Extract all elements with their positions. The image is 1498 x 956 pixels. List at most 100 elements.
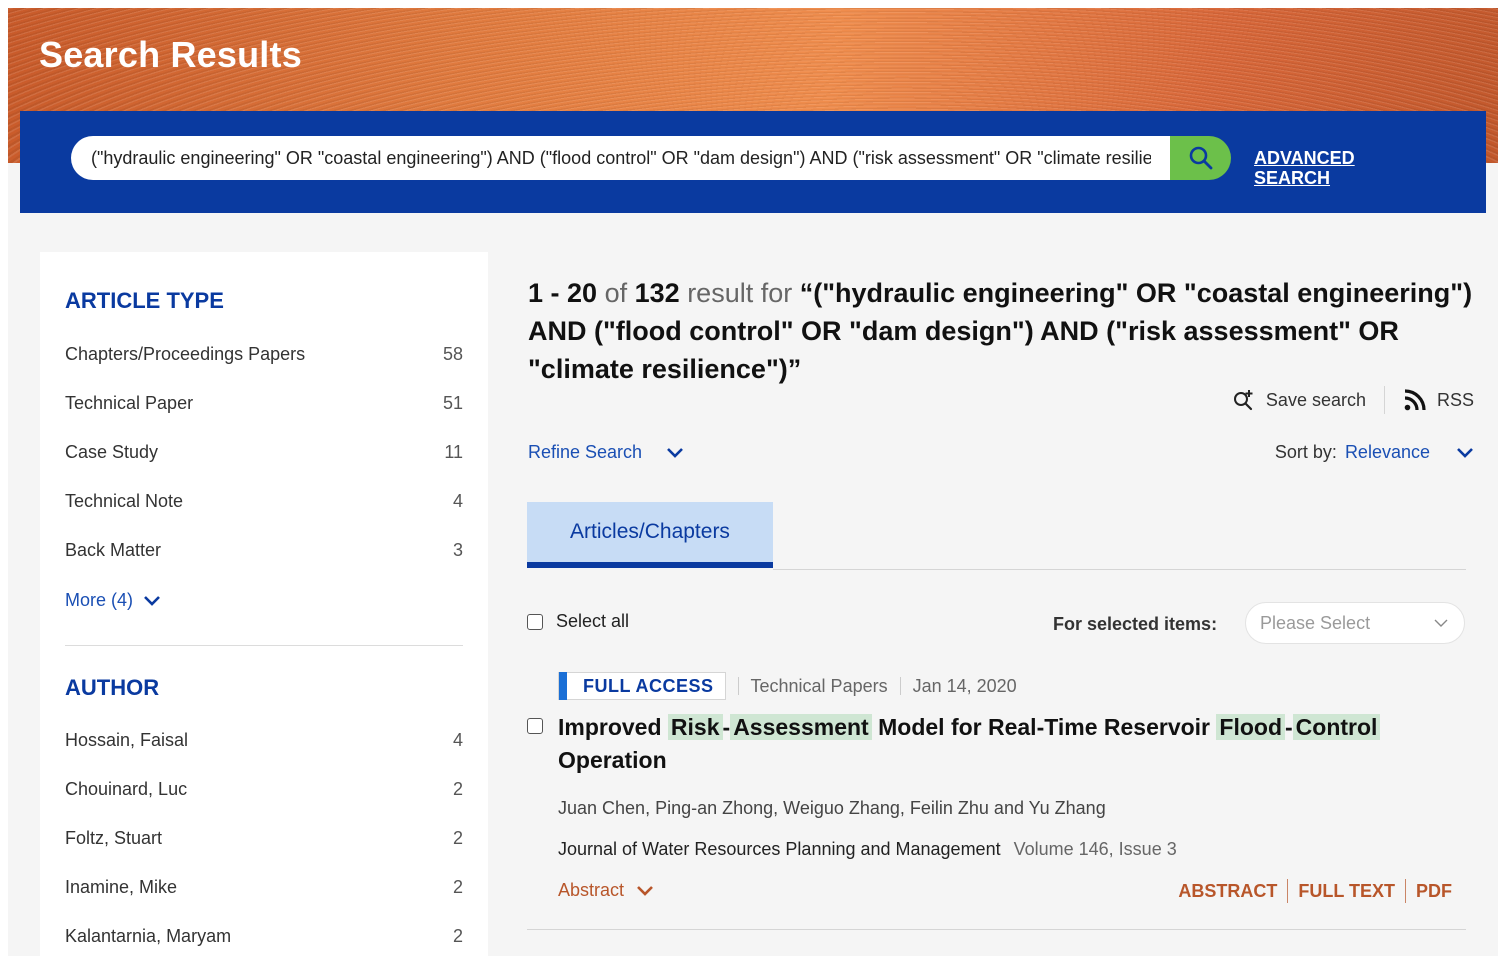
- journal-volume: Volume 146, Issue 3: [1013, 839, 1177, 859]
- title-word: Operation: [558, 747, 667, 773]
- results-total: 132: [634, 278, 680, 308]
- facet-label: Chapters/Proceedings Papers: [65, 343, 306, 364]
- facet-label: Inamine, Mike: [65, 876, 178, 897]
- chevron-down-icon: [1434, 619, 1448, 627]
- for-selected-label: For selected items:: [1053, 614, 1218, 634]
- facet-label: Technical Paper: [65, 392, 194, 413]
- result-authors[interactable]: Juan Chen, Ping-an Zhong, Weiguo Zhang, …: [558, 798, 1106, 819]
- pdf-link[interactable]: PDF: [1406, 881, 1462, 902]
- abstract-link[interactable]: ABSTRACT: [1168, 881, 1287, 902]
- tab-articles-chapters[interactable]: Articles/Chapters: [527, 502, 773, 568]
- results-summary: 1 - 20 of 132 result for “("hydraulic en…: [528, 274, 1473, 388]
- title-word: Improved: [558, 714, 662, 740]
- search-bar: ("hydraulic engineering" OR "coastal eng…: [20, 111, 1486, 213]
- bulk-action-placeholder: Please Select: [1260, 612, 1371, 633]
- title-dash: -: [1285, 714, 1293, 740]
- facet-item-author[interactable]: Hossain, Faisal 4: [65, 728, 463, 752]
- abstract-toggle-label: Abstract: [558, 880, 625, 900]
- filter-sidebar: ARTICLE TYPE Chapters/Proceedings Papers…: [40, 252, 488, 956]
- save-search-label: Save search: [1265, 389, 1366, 410]
- refine-search-toggle[interactable]: Refine Search: [528, 442, 684, 463]
- tool-divider: [1383, 386, 1385, 414]
- chevron-down-icon: [144, 595, 160, 606]
- search-input[interactable]: ("hydraulic engineering" OR "coastal eng…: [91, 136, 1151, 180]
- title-highlight: Flood: [1216, 714, 1285, 740]
- result-date: Jan 14, 2020: [912, 675, 1017, 696]
- facet-label: Back Matter: [65, 539, 162, 560]
- facet-count: 51: [442, 392, 463, 413]
- full-text-link[interactable]: FULL TEXT: [1288, 881, 1405, 902]
- access-bar: [559, 672, 567, 700]
- save-search-button[interactable]: Save search: [1232, 388, 1366, 412]
- chevron-down-icon: [667, 447, 683, 458]
- page: Search Results ("hydraulic engineering" …: [8, 8, 1498, 956]
- search-field[interactable]: ("hydraulic engineering" OR "coastal eng…: [71, 136, 1171, 180]
- chevron-down-icon: [637, 885, 653, 896]
- refine-search-label: Refine Search: [528, 442, 643, 462]
- search-button[interactable]: [1170, 136, 1231, 180]
- abstract-toggle[interactable]: Abstract: [558, 880, 654, 901]
- bulk-action-select[interactable]: Please Select: [1245, 602, 1465, 644]
- article-type-heading: ARTICLE TYPE: [65, 288, 224, 313]
- results-range: 1 - 20: [528, 278, 598, 308]
- facet-count: 2: [452, 778, 463, 799]
- facet-label: Technical Note: [65, 490, 184, 511]
- facet-item-article-type[interactable]: Technical Note 4: [65, 489, 463, 513]
- action-divider: [1287, 879, 1289, 903]
- select-all-checkbox[interactable]: [527, 613, 543, 630]
- facet-item-author[interactable]: Kalantarnia, Maryam 2: [65, 924, 463, 948]
- result-checkbox[interactable]: [527, 718, 543, 734]
- facet-count: 2: [452, 876, 463, 897]
- facet-item-author[interactable]: Chouinard, Luc 2: [65, 777, 463, 801]
- advanced-search-line2: SEARCH: [1254, 168, 1331, 188]
- action-divider: [1405, 879, 1406, 903]
- access-label: FULL ACCESS: [583, 675, 714, 696]
- facet-count: 58: [442, 343, 463, 364]
- sort-control: Sort by: Relevance: [1275, 442, 1474, 463]
- rss-label: RSS: [1436, 389, 1474, 410]
- facet-item-author[interactable]: Inamine, Mike 2: [65, 875, 463, 899]
- rss-button[interactable]: RSS: [1403, 388, 1474, 412]
- author-heading: AUTHOR: [65, 675, 160, 700]
- advanced-search-link[interactable]: ADVANCED SEARCH: [1254, 148, 1384, 188]
- facet-label: Chouinard, Luc: [65, 778, 188, 799]
- facet-count: 2: [452, 827, 463, 848]
- more-article-types-link[interactable]: More (4): [65, 590, 161, 611]
- result-journal: Journal of Water Resources Planning and …: [558, 839, 1177, 860]
- facet-item-article-type[interactable]: Technical Paper 51: [65, 391, 463, 415]
- result-type: Technical Papers: [750, 675, 888, 696]
- tab-divider: [773, 569, 1466, 570]
- results-of: of: [604, 278, 628, 308]
- facet-divider: [65, 645, 463, 646]
- chevron-down-icon[interactable]: [1456, 447, 1474, 459]
- search-icon: [1189, 146, 1212, 170]
- result-actions: ABSTRACT FULL TEXT PDF: [1168, 879, 1462, 903]
- facet-label: Kalantarnia, Maryam: [65, 925, 232, 946]
- title-highlight: Control: [1292, 714, 1381, 740]
- facet-label: Hossain, Faisal: [65, 729, 189, 750]
- title-highlight: Assessment: [730, 714, 872, 740]
- facet-count: 3: [452, 539, 463, 560]
- facet-label: Foltz, Stuart: [65, 827, 163, 848]
- facet-item-article-type[interactable]: Chapters/Proceedings Papers 58: [65, 342, 463, 366]
- page-title: Search Results: [39, 34, 302, 75]
- results-result-for: result for: [687, 278, 793, 308]
- facet-item-article-type[interactable]: Back Matter 3: [65, 538, 463, 562]
- facet-count: 2: [452, 925, 463, 946]
- advanced-search-line1: ADVANCED: [1254, 148, 1355, 168]
- more-label: More (4): [65, 590, 134, 610]
- facet-count: 4: [452, 729, 463, 750]
- journal-name[interactable]: Journal of Water Resources Planning and …: [558, 839, 1001, 859]
- meta-divider: [899, 677, 901, 695]
- select-all-control[interactable]: Select all: [527, 611, 629, 632]
- facet-count: 4: [452, 490, 463, 511]
- facet-count: 11: [444, 441, 463, 462]
- meta-divider: [737, 677, 739, 695]
- sort-dropdown[interactable]: Relevance: [1345, 442, 1430, 463]
- result-meta: FULL ACCESS Technical Papers Jan 14, 202…: [558, 672, 1017, 700]
- access-badge: FULL ACCESS: [558, 672, 726, 700]
- facet-item-article-type[interactable]: Case Study 11: [65, 440, 463, 464]
- result-title-link[interactable]: Improved Risk - Assessment Model for Real-…: [558, 711, 1473, 777]
- facet-label: Case Study: [65, 441, 159, 462]
- facet-item-author[interactable]: Foltz, Stuart 2: [65, 826, 463, 850]
